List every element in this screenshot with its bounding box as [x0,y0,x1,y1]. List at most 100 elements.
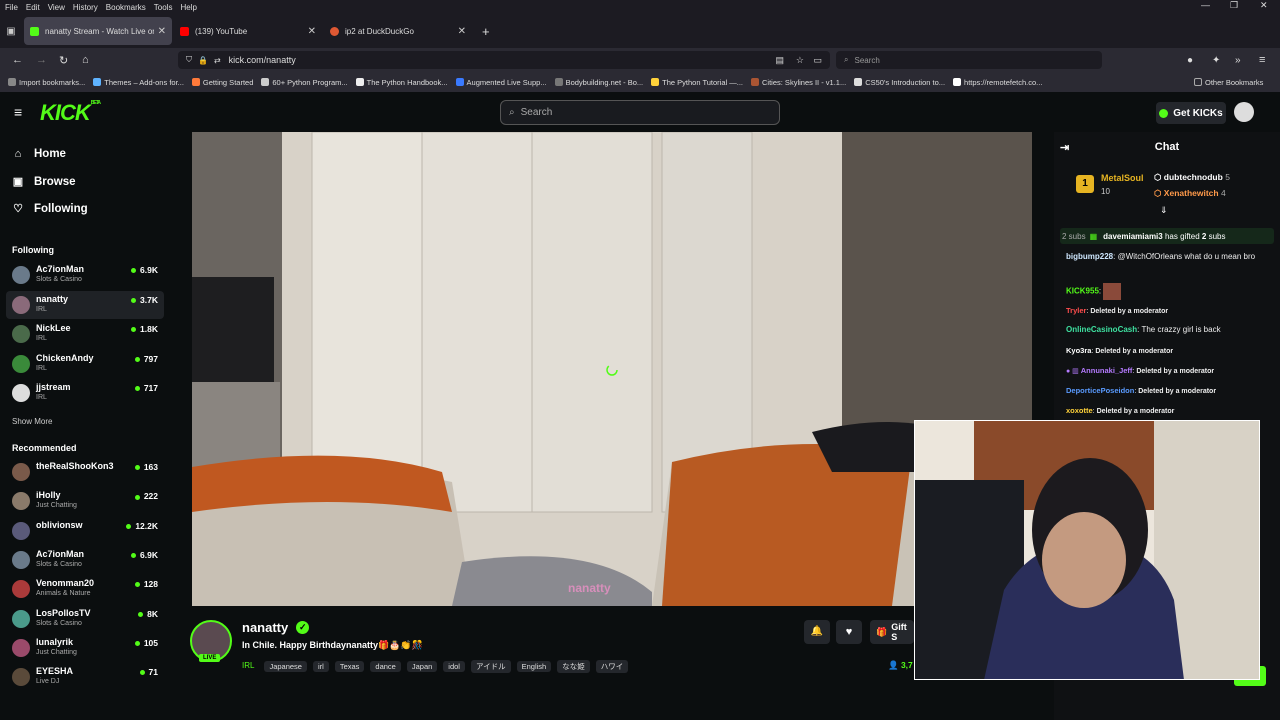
reader-view-icon[interactable]: ▤ [775,55,784,66]
collapse-chat-icon[interactable]: ⇥ [1060,141,1069,154]
overflow-icon[interactable]: » [1235,55,1241,66]
tab-list-icon[interactable]: ▣ [0,26,22,37]
bookmark-item[interactable]: Cities: Skylines II - v1.1... [751,78,846,87]
get-kicks-button[interactable]: Get KICKs [1156,102,1226,124]
chat-username[interactable]: OnlineCasinoCash [1066,325,1137,334]
video-player[interactable]: nanatty [192,132,1032,606]
tab-kick[interactable]: nanatty Stream - Watch Live on Kick ✕ [24,17,172,45]
forward-icon[interactable]: → [36,54,47,66]
streamer-name[interactable]: nanatty [242,620,288,635]
stream-tag[interactable]: Japan [406,661,438,672]
sidebar-channel[interactable]: Ac7ionMan Slots & Casino 6.9K [6,261,164,289]
stream-tag[interactable]: なな姫 [557,660,590,673]
bookmark-item[interactable]: The Python Handbook... [355,78,448,87]
sidebar-channel[interactable]: LosPollosTV Slots & Casino 8K [6,605,164,633]
menu-tools[interactable]: Tools [154,3,173,12]
menu-edit[interactable]: Edit [26,3,40,12]
new-tab-icon[interactable]: + [482,24,490,39]
sidebar-channel[interactable]: NickLee IRL 1.8K [6,320,164,348]
gifter-name[interactable]: Xenathewitch [1164,188,1219,198]
sidebar-channel[interactable]: Ac7ionMan Slots & Casino 6.9K [6,546,164,574]
hamburger-menu-icon[interactable]: ≡ [1259,54,1265,66]
chat-username[interactable]: Tryler [1066,306,1086,315]
expand-gifters-icon[interactable]: ⇓ [1160,205,1168,216]
kicks-coin-icon [1159,108,1169,118]
stream-tag[interactable]: English [516,661,552,672]
chat-username[interactable]: KICK955 [1066,287,1099,296]
back-icon[interactable]: ← [12,54,23,66]
category-link[interactable]: IRL [242,661,254,670]
menu-toggle-icon[interactable]: ≡ [14,104,22,120]
chat-username[interactable]: xoxotte [1066,406,1093,415]
stream-tag[interactable]: irl [312,661,329,672]
bookmark-star-icon[interactable]: ☆ [796,55,804,66]
menu-bookmarks[interactable]: Bookmarks [106,3,146,12]
sidebar-channel[interactable]: EYESHA Live DJ 71 [6,663,164,691]
gift-subs-button[interactable]: 🎁 Gift S [870,620,914,644]
menu-view[interactable]: View [48,3,65,12]
stream-tag[interactable]: dance [370,661,401,672]
address-bar[interactable]: ⛉ 🔒 ⇄ kick.com/nanatty ▤ ☆ ▭ [178,51,830,69]
chat-username[interactable]: DeporticePoseidon [1066,386,1134,395]
sidebar-channel[interactable]: oblivionsw 12.2K [6,517,164,545]
bookmark-item[interactable]: Themes – Add-ons for... [93,78,184,87]
nav-following[interactable]: ♡ Following [12,202,88,216]
channel-avatar [12,354,30,373]
close-tab-icon[interactable]: ✕ [458,26,466,37]
stream-tag[interactable]: Japanese [264,661,307,672]
close-tab-icon[interactable]: ✕ [158,26,166,37]
sidebar-channel[interactable]: Venomman20 Animals & Nature 128 [6,575,164,603]
reload-icon[interactable]: ↻ [59,54,68,67]
sidebar-channel[interactable]: lunalyrik Just Chatting 105 [6,634,164,662]
stream-tag[interactable]: アイドル [470,660,511,673]
sidebar-channel[interactable]: ChickenAndy IRL 797 [6,350,164,378]
channel-avatar [12,463,30,481]
chat-username[interactable]: Kyo3ra [1066,346,1091,355]
bookmark-item[interactable]: Getting Started [191,78,253,87]
bookmark-item[interactable]: Import bookmarks... [8,78,85,87]
bookmark-item[interactable]: 60+ Python Program... [261,78,348,87]
extensions-icon[interactable]: ✦ [1212,55,1220,66]
close-tab-icon[interactable]: ✕ [308,26,316,37]
close-window-icon[interactable]: ✕ [1260,0,1268,11]
sidebar-channel[interactable]: jjstream IRL 717 [6,379,164,407]
channel-avatar [12,521,30,540]
tag-row: IRL Japanese irl Texas dance Japan idol アイドル En… [242,656,634,674]
browser-search-input[interactable]: ⌕ Search [836,51,1102,69]
bookmark-item[interactable]: The Python Tutorial —... [651,78,743,87]
sidebar-channel[interactable]: iHolly Just Chatting 222 [6,487,164,515]
tab-duckduckgo[interactable]: ip2 at DuckDuckGo ✕ [324,17,472,45]
sidebar-channel[interactable]: nanatty IRL 3.7K [6,290,164,319]
notification-bell-icon[interactable]: 🔔 [804,620,830,644]
picture-in-picture-icon[interactable]: ▭ [813,55,822,66]
sidebar-channel[interactable]: theRealShooKon3 163 [6,458,164,486]
stream-tag[interactable]: idol [443,661,465,672]
nav-browse[interactable]: ▣ Browse [12,175,76,189]
minimize-icon[interactable]: — [1201,0,1210,10]
gifter-username[interactable]: davemiamiami3 [1103,232,1163,241]
show-more-link[interactable]: Show More [12,417,52,426]
nav-home[interactable]: ⌂ Home [12,148,66,160]
stream-tag[interactable]: Texas [334,661,365,672]
kick-logo[interactable]: KICKBETA [40,100,101,126]
bookmark-item[interactable]: Bodybuilding.net - Bo... [554,78,643,87]
gifter-name[interactable]: dubtechnodub [1164,172,1223,182]
bookmark-item[interactable]: Augmented Live Supp... [455,78,547,87]
other-bookmarks[interactable]: Other Bookmarks [1194,78,1263,87]
chat-username[interactable]: bigbump228 [1066,252,1113,261]
kick-search-input[interactable]: ⌕ Search [500,100,780,125]
menu-history[interactable]: History [73,3,98,12]
bookmark-item[interactable]: https://remotefetch.co... [953,78,1042,87]
stream-tag[interactable]: ハワイ [595,660,629,673]
top-gifter-name[interactable]: MetalSoul [1101,173,1144,183]
menu-help[interactable]: Help [180,3,196,12]
account-icon[interactable]: ● [1187,55,1193,66]
menu-file[interactable]: File [5,3,18,12]
home-icon[interactable]: ⌂ [82,54,89,66]
user-avatar[interactable] [1234,102,1254,122]
tab-youtube[interactable]: (139) YouTube ✕ [174,17,322,45]
chat-username[interactable]: Annunaki_Jeff [1081,366,1133,375]
follow-heart-icon[interactable]: ♥ [836,620,862,644]
restore-icon[interactable]: ❐ [1230,0,1238,11]
bookmark-item[interactable]: CS50's Introduction to... [854,78,945,87]
